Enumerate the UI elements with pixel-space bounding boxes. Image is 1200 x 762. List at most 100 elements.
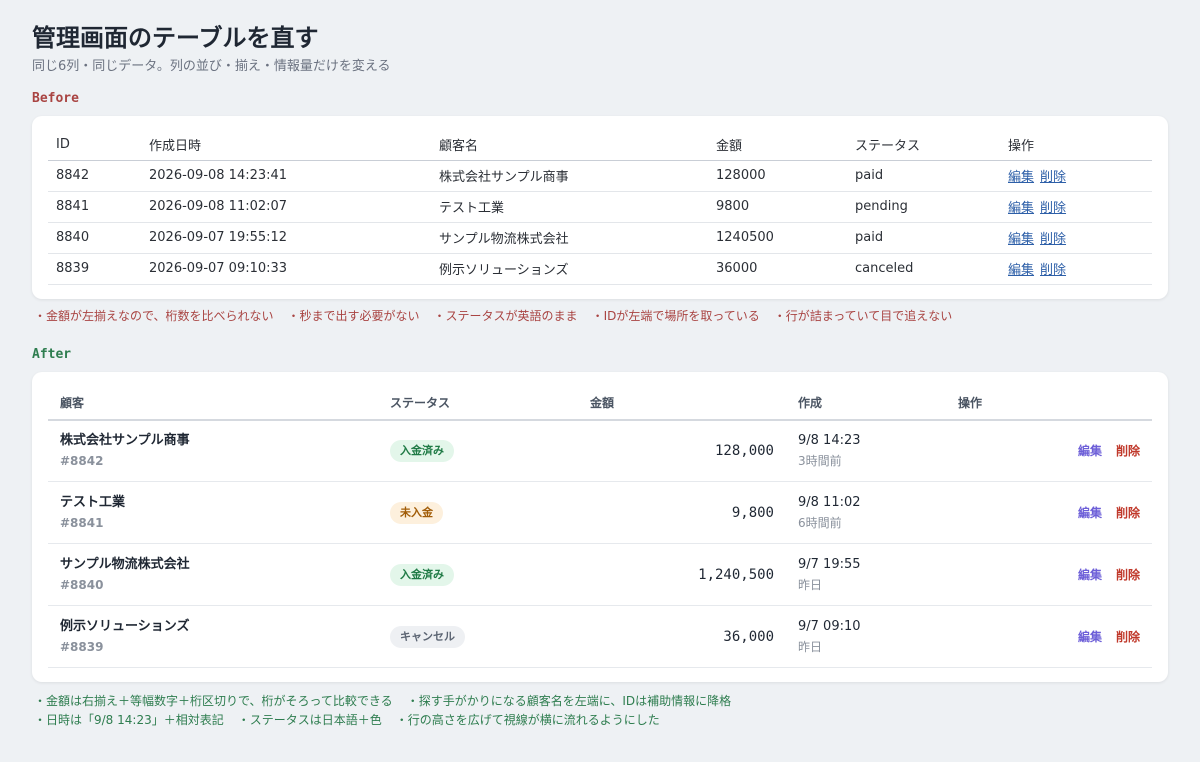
customer-name: 株式会社サンプル商事 — [60, 432, 190, 448]
before-edit-link[interactable]: 編集 — [1008, 263, 1034, 278]
customer-id: #8840 — [60, 577, 104, 592]
after-note: ・金額は右揃え＋等幅数字＋桁区切りで、桁がそろって比較できる — [34, 694, 393, 708]
created-datetime: 9/7 19:55 — [798, 556, 861, 572]
before-edit-link[interactable]: 編集 — [1008, 232, 1034, 247]
before-cell-status: paid — [847, 222, 1000, 254]
after-col-amount: 金額 — [578, 385, 786, 421]
before-cell-amount: 128000 — [708, 160, 847, 192]
before-cell-amount: 9800 — [708, 191, 847, 223]
after-notes: ・金額は右揃え＋等幅数字＋桁区切りで、桁がそろって比較できる ・探す手がかりになる… — [32, 692, 1168, 730]
before-notes: ・金額が左揃えなので、桁数を比べられない ・秒まで出す必要がない ・ステータスが英語… — [32, 307, 1168, 326]
created-relative: 6時間前 — [798, 515, 842, 530]
after-table-row: 例示ソリューションズ #8839 キャンセル 36,000 9/7 09:10 … — [48, 605, 1152, 668]
created-datetime: 9/7 09:10 — [798, 618, 861, 634]
after-cell-created: 9/8 14:23 3時間前 — [786, 419, 946, 482]
before-table: ID 作成日時 顧客名 金額 ステータス 操作 8842 2026-09-08 … — [48, 130, 1152, 285]
before-delete-link[interactable]: 削除 — [1040, 232, 1066, 247]
created-datetime: 9/8 14:23 — [798, 432, 861, 448]
after-label: After — [32, 346, 72, 362]
customer-name: テスト工業 — [60, 494, 126, 510]
after-cell-amount: 128,000 — [578, 419, 786, 482]
edit-button[interactable]: 編集 — [1078, 506, 1102, 520]
after-cell-created: 9/8 11:02 6時間前 — [786, 481, 946, 544]
before-cell-customer: 例示ソリューションズ — [431, 253, 708, 285]
after-cell-created: 9/7 19:55 昨日 — [786, 543, 946, 606]
created-relative: 昨日 — [798, 577, 823, 592]
edit-button[interactable]: 編集 — [1078, 630, 1102, 644]
after-cell-customer: テスト工業 #8841 — [48, 481, 378, 544]
before-cell-customer: 株式会社サンプル商事 — [431, 160, 708, 192]
before-cell-customer: サンプル物流株式会社 — [431, 222, 708, 254]
delete-button[interactable]: 削除 — [1116, 506, 1140, 520]
created-relative: 昨日 — [798, 639, 823, 654]
before-note: ・秒まで出す必要がない — [287, 308, 420, 323]
after-table-row: サンプル物流株式会社 #8840 入金済み 1,240,500 9/7 19:5… — [48, 543, 1152, 606]
delete-button[interactable]: 削除 — [1116, 568, 1140, 582]
before-cell-created: 2026-09-08 14:23:41 — [141, 160, 431, 192]
after-note: ・日時は「9/8 14:23」＋相対表記 — [34, 713, 224, 727]
after-card: 顧客 ステータス 金額 作成 操作 株式会社サンプル商事 #8842 入金済み … — [32, 371, 1168, 682]
before-cell-status: canceled — [847, 253, 1000, 285]
after-cell-status: 入金済み — [378, 543, 578, 606]
after-table: 顧客 ステータス 金額 作成 操作 株式会社サンプル商事 #8842 入金済み … — [48, 385, 1152, 668]
before-note: ・行が詰まっていて目で追えない — [773, 308, 953, 323]
after-notes-line: ・金額は右揃え＋等幅数字＋桁区切りで、桁がそろって比較できる ・探す手がかりになる… — [34, 692, 1168, 711]
before-header-row: ID 作成日時 顧客名 金額 ステータス 操作 — [48, 130, 1152, 161]
after-cell-amount: 1,240,500 — [578, 543, 786, 606]
customer-id: #8841 — [60, 515, 104, 530]
edit-button[interactable]: 編集 — [1078, 444, 1102, 458]
created-relative: 3時間前 — [798, 453, 842, 468]
after-cell-customer: 株式会社サンプル商事 #8842 — [48, 419, 378, 482]
before-cell-id: 8840 — [48, 222, 141, 254]
after-cell-actions: 編集 削除 — [946, 543, 1152, 606]
before-note: ・金額が左揃えなので、桁数を比べられない — [34, 308, 274, 323]
after-note: ・探す手がかりになる顧客名を左端に、IDは補助情報に降格 — [406, 694, 732, 708]
before-cell-actions: 編集 削除 — [1000, 222, 1152, 254]
before-delete-link[interactable]: 削除 — [1040, 201, 1066, 216]
before-edit-link[interactable]: 編集 — [1008, 170, 1034, 185]
before-col-id: ID — [48, 130, 141, 161]
before-cell-id: 8842 — [48, 160, 141, 192]
after-cell-amount: 36,000 — [578, 605, 786, 668]
after-note: ・ステータスは日本語＋色 — [237, 713, 382, 727]
before-cell-id: 8841 — [48, 191, 141, 223]
after-cell-status: 未入金 — [378, 481, 578, 544]
before-cell-status: pending — [847, 191, 1000, 223]
after-cell-customer: サンプル物流株式会社 #8840 — [48, 543, 378, 606]
before-cell-id: 8839 — [48, 253, 141, 285]
after-table-row: テスト工業 #8841 未入金 9,800 9/8 11:02 6時間前 編集削… — [48, 481, 1152, 544]
before-cell-amount: 36000 — [708, 253, 847, 285]
before-col-actions: 操作 — [1000, 130, 1152, 161]
edit-button[interactable]: 編集 — [1078, 568, 1102, 582]
status-badge: キャンセル — [390, 625, 465, 648]
customer-id: #8839 — [60, 639, 104, 654]
before-table-row: 8841 2026-09-08 11:02:07 テスト工業 9800 pend… — [48, 191, 1152, 223]
page-title: 管理画面のテーブルを直す — [32, 24, 319, 52]
before-delete-link[interactable]: 削除 — [1040, 170, 1066, 185]
before-cell-status: paid — [847, 160, 1000, 192]
before-delete-link[interactable]: 削除 — [1040, 263, 1066, 278]
after-col-created: 作成 — [786, 385, 946, 421]
before-col-created: 作成日時 — [141, 130, 431, 161]
before-col-status: ステータス — [847, 130, 1000, 161]
after-table-row: 株式会社サンプル商事 #8842 入金済み 128,000 9/8 14:23 … — [48, 419, 1152, 482]
after-cell-customer: 例示ソリューションズ #8839 — [48, 605, 378, 668]
before-col-customer: 顧客名 — [431, 130, 708, 161]
after-col-customer: 顧客 — [48, 385, 378, 421]
customer-name: サンプル物流株式会社 — [60, 556, 190, 572]
delete-button[interactable]: 削除 — [1116, 630, 1140, 644]
before-cell-actions: 編集 削除 — [1000, 253, 1152, 285]
after-note: ・行の高さを広げて視線が横に流れるようにした — [395, 713, 660, 727]
customer-id: #8842 — [60, 453, 104, 468]
after-cell-amount: 9,800 — [578, 481, 786, 544]
created-datetime: 9/8 11:02 — [798, 494, 861, 510]
amount-value: 9,800 — [731, 504, 774, 521]
amount-value: 128,000 — [714, 442, 774, 459]
before-table-row: 8840 2026-09-07 19:55:12 サンプル物流株式会社 1240… — [48, 222, 1152, 254]
before-note: ・ステータスが英語のまま — [433, 308, 578, 323]
status-badge: 入金済み — [390, 439, 454, 462]
before-edit-link[interactable]: 編集 — [1008, 201, 1034, 216]
before-table-row: 8842 2026-09-08 14:23:41 株式会社サンプル商事 1280… — [48, 160, 1152, 192]
delete-button[interactable]: 削除 — [1116, 444, 1140, 458]
amount-value: 36,000 — [723, 628, 774, 645]
